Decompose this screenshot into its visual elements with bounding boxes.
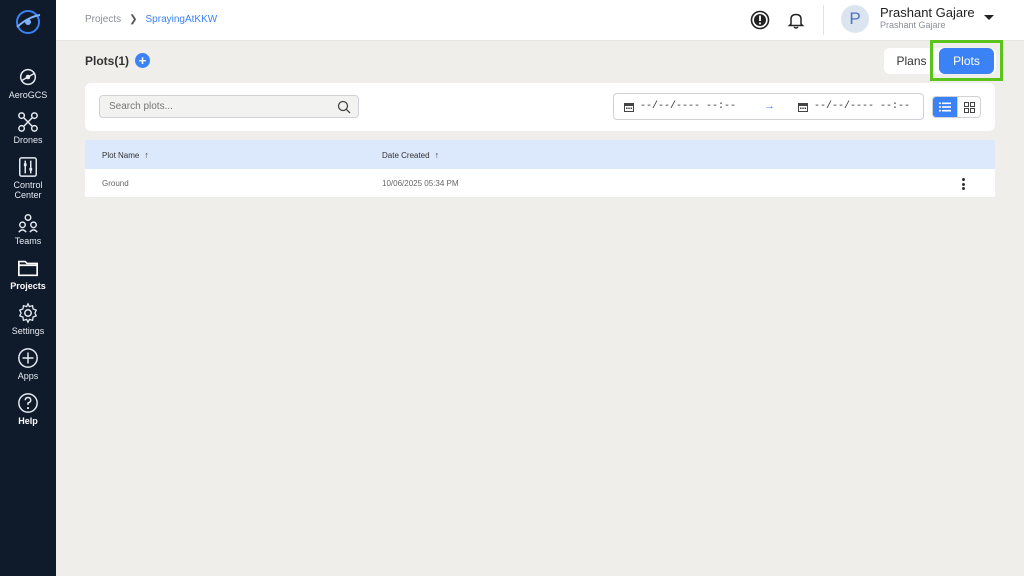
drone-icon <box>18 112 38 132</box>
date-range-picker: --/--/---- --:-- → --/--/---- --:-- <box>613 93 924 120</box>
calendar-icon <box>798 102 808 112</box>
sidebar-item-label: Help <box>18 416 38 426</box>
start-date-value: --/--/---- --:-- <box>640 101 737 112</box>
user-subtitle: Prashant Gajare <box>880 20 946 30</box>
plots-tab[interactable]: Plots <box>939 48 994 74</box>
column-label: Plot Name <box>102 150 140 160</box>
add-plot-button[interactable]: + <box>135 53 150 68</box>
sidebar-item-help[interactable]: Help <box>0 392 56 426</box>
sidebar-item-label: Control Center <box>13 180 43 200</box>
sidebar-item-apps[interactable]: Apps <box>0 347 56 381</box>
plots-table: Plot Name ↑ Date Created ↑ Ground 10/06/… <box>85 140 995 198</box>
avatar[interactable]: P <box>841 5 869 33</box>
view-mode-toggle <box>932 96 981 118</box>
sidebar-item-label: Apps <box>17 371 39 381</box>
start-date-field[interactable]: --/--/---- --:-- <box>624 94 736 119</box>
end-date-field[interactable]: --/--/---- --:-- <box>798 94 910 119</box>
top-header: Projects ❯ SprayingAtKKW P Prashant Gaja… <box>56 0 1024 41</box>
plus-circle-icon <box>18 348 38 368</box>
breadcrumb: Projects ❯ SprayingAtKKW <box>85 14 217 25</box>
breadcrumb-projects[interactable]: Projects <box>85 14 121 25</box>
date-created-cell: 10/06/2025 05:34 PM <box>382 179 459 188</box>
aerogcs-icon <box>19 68 37 86</box>
grid-view-button[interactable] <box>957 97 980 117</box>
sidebar-item-label: Teams <box>14 236 42 246</box>
sidebar-item-label: Projects <box>10 281 46 291</box>
help-icon <box>18 393 38 413</box>
sidebar-item-label: Settings <box>11 326 45 336</box>
list-view-button[interactable] <box>933 97 957 117</box>
user-name[interactable]: Prashant Gajare <box>880 5 975 20</box>
notification-bell-icon[interactable] <box>785 9 807 31</box>
filter-bar: --/--/---- --:-- → --/--/---- --:-- <box>85 83 995 131</box>
sort-arrow-icon: ↑ <box>434 150 440 160</box>
sidebar-item-label: Drones <box>13 135 43 145</box>
list-icon <box>939 102 951 112</box>
sidebar: AeroGCS Drones Control Center Teams Proj… <box>0 0 56 576</box>
sidebar-item-label: AeroGCS <box>8 90 48 100</box>
sidebar-item-drones[interactable]: Drones <box>0 111 56 145</box>
calendar-icon <box>624 102 634 112</box>
search-input[interactable] <box>99 95 359 118</box>
app-logo-icon[interactable] <box>13 7 43 37</box>
plot-name-cell: Ground <box>102 179 129 188</box>
plans-plots-toggle: Plans Plots <box>884 48 996 74</box>
sidebar-item-aerogcs[interactable]: AeroGCS <box>0 66 56 100</box>
sidebar-item-control-center[interactable]: Control Center <box>0 156 56 200</box>
header-divider <box>823 5 824 35</box>
plans-tab[interactable]: Plans <box>884 48 939 74</box>
teams-icon <box>18 214 38 233</box>
sidebar-item-teams[interactable]: Teams <box>0 212 56 246</box>
table-row[interactable]: Ground 10/06/2025 05:34 PM <box>85 169 995 198</box>
end-date-value: --/--/---- --:-- <box>814 101 911 112</box>
table-header: Plot Name ↑ Date Created ↑ <box>85 140 995 169</box>
chevron-down-icon[interactable] <box>984 15 994 20</box>
grid-icon <box>964 101 975 113</box>
column-label: Date Created <box>382 150 430 160</box>
breadcrumb-current-project[interactable]: SprayingAtKKW <box>146 14 218 25</box>
column-header-plot-name[interactable]: Plot Name ↑ <box>102 150 149 160</box>
column-header-date-created[interactable]: Date Created ↑ <box>382 150 439 160</box>
more-options-icon[interactable] <box>958 177 968 191</box>
arrow-right-icon: → <box>764 100 775 112</box>
control-center-icon <box>19 157 37 177</box>
alert-status-icon[interactable] <box>749 9 771 31</box>
folder-icon <box>18 260 38 277</box>
sort-arrow-icon: ↑ <box>144 150 149 160</box>
sidebar-item-projects[interactable]: Projects <box>0 257 56 291</box>
sidebar-item-settings[interactable]: Settings <box>0 302 56 336</box>
search-icon[interactable] <box>337 100 351 114</box>
chevron-right-icon: ❯ <box>129 14 138 25</box>
gear-icon <box>18 302 38 324</box>
page-title: Plots(1) <box>85 54 130 68</box>
